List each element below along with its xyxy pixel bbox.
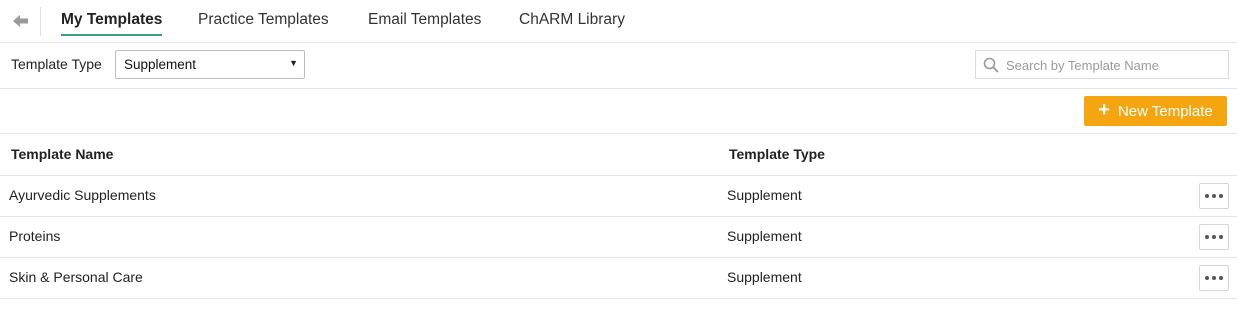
table-row[interactable]: Ayurvedic Supplements Supplement (0, 176, 1237, 217)
new-template-label: New Template (1117, 102, 1213, 120)
tab-email-templates[interactable]: Email Templates (368, 0, 481, 42)
template-name-cell[interactable]: Proteins (9, 228, 60, 244)
template-type-label: Template Type (11, 56, 102, 72)
more-horizontal-icon (1205, 194, 1223, 198)
search-box[interactable] (975, 50, 1229, 79)
row-actions-button[interactable] (1199, 183, 1229, 209)
more-horizontal-icon (1205, 235, 1223, 239)
tab-my-templates[interactable]: My Templates (61, 0, 163, 42)
template-type-cell: Supplement (727, 187, 802, 203)
tab-practice-templates[interactable]: Practice Templates (198, 0, 329, 42)
template-name-cell[interactable]: Ayurvedic Supplements (9, 187, 156, 203)
new-template-button[interactable]: + New Template (1084, 96, 1227, 126)
table-row[interactable]: Proteins Supplement (0, 217, 1237, 258)
tab-charm-library[interactable]: ChARM Library (519, 0, 625, 42)
template-type-cell: Supplement (727, 269, 802, 285)
template-type-cell: Supplement (727, 228, 802, 244)
search-icon (983, 57, 999, 73)
filter-bar: Template Type Supplement ▼ (0, 43, 1237, 89)
template-type-selected-value: Supplement (124, 57, 197, 72)
table-row[interactable]: Skin & Personal Care Supplement (0, 258, 1237, 299)
plus-icon: + (1098, 99, 1110, 121)
action-bar: + New Template (0, 89, 1237, 134)
row-actions-button[interactable] (1199, 265, 1229, 291)
row-actions-button[interactable] (1199, 224, 1229, 250)
column-header-template-name[interactable]: Template Name (11, 146, 113, 162)
caret-down-icon: ▼ (289, 58, 298, 68)
more-horizontal-icon (1205, 276, 1223, 280)
nav-divider (40, 7, 41, 36)
search-input[interactable] (1006, 55, 1224, 75)
arrow-left-icon (13, 15, 28, 27)
template-name-cell[interactable]: Skin & Personal Care (9, 269, 143, 285)
back-button[interactable] (6, 8, 36, 34)
table-header: Template Name Template Type (0, 134, 1237, 176)
top-nav-bar: My Templates Practice Templates Email Te… (0, 0, 1237, 43)
column-header-template-type[interactable]: Template Type (729, 146, 825, 162)
template-type-select[interactable]: Supplement ▼ (115, 50, 305, 79)
